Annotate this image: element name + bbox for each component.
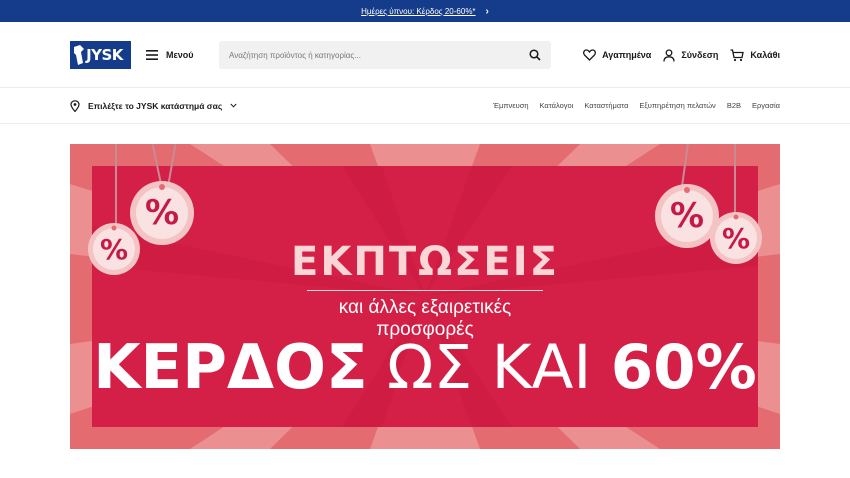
subnav-links: Έμπνευση Κατάλογοι Καταστήματα Εξυπηρέτη…: [493, 101, 780, 110]
login-button[interactable]: Σύνδεση: [663, 48, 719, 62]
header-actions: Αγαπημένα Σύνδεση Καλάθι: [583, 22, 780, 88]
search-input[interactable]: [229, 50, 529, 60]
promo-bar: Ημέρες ύπνου: Κέρδος 20-60%* ›: [0, 0, 850, 22]
search-icon[interactable]: [529, 49, 541, 61]
favorites-label: Αγαπημένα: [602, 50, 652, 60]
jysk-logo[interactable]: JYSK: [70, 40, 131, 69]
subnav-link-inspiration[interactable]: Έμπνευση: [493, 101, 528, 110]
hamburger-icon: [146, 49, 158, 60]
favorites-button[interactable]: Αγαπημένα: [583, 49, 651, 61]
sub-navigation: Επιλέξτε το JYSK κατάστημά σας Έμπνευση …: [0, 88, 850, 124]
cart-button[interactable]: Καλάθι: [730, 48, 780, 62]
banner-offer: ΚΕΡΔΟΣ ΩΣ ΚΑΙ 60%: [70, 332, 780, 403]
store-selector-label: Επιλέξτε το JYSK κατάστημά σας: [88, 100, 223, 111]
sale-banner[interactable]: % % % % ΕΚΠΤΩΣΕΙΣ και άλλες εξαιρετικές …: [70, 144, 780, 449]
tag-string: [734, 144, 736, 214]
subnav-link-catalogs[interactable]: Κατάλογοι: [540, 101, 574, 110]
headline-divider: [307, 290, 543, 291]
banner-headline: ΕΚΠΤΩΣΕΙΣ: [291, 239, 559, 285]
bird-icon: [74, 44, 84, 65]
chevron-right-icon[interactable]: ›: [486, 6, 489, 17]
menu-label: Μενού: [166, 49, 194, 60]
subnav-link-customer-service[interactable]: Εξυπηρέτηση πελατών: [639, 101, 715, 110]
site-header: JYSK Μενού Αγαπημένα Σύνδεση: [0, 22, 850, 88]
offer-word-gain: ΚΕΡΔΟΣ: [93, 332, 368, 403]
user-icon: [663, 48, 675, 62]
chevron-down-icon: [230, 103, 237, 108]
store-selector[interactable]: Επιλέξτε το JYSK κατάστημά σας: [70, 99, 237, 112]
cart-label: Καλάθι: [750, 50, 780, 60]
location-pin-icon: [70, 99, 80, 112]
subnav-link-b2b[interactable]: B2B: [727, 101, 741, 110]
subnav-link-stores[interactable]: Καταστήματα: [584, 101, 628, 110]
subnav-link-jobs[interactable]: Εργασία: [752, 101, 780, 110]
cart-icon: [730, 48, 745, 61]
offer-percent: 60%: [610, 332, 757, 403]
login-label: Σύνδεση: [681, 50, 719, 60]
search-box: [219, 41, 551, 69]
tag-string: [115, 144, 117, 232]
heart-icon: [583, 49, 597, 61]
promo-link[interactable]: Ημέρες ύπνου: Κέρδος 20-60%*: [361, 7, 475, 16]
offer-word-upto: ΩΣ ΚΑΙ: [387, 332, 592, 403]
logo-text: JYSK: [86, 45, 123, 64]
menu-button[interactable]: Μενού: [146, 49, 194, 60]
banner-subline-1: και άλλες εξαιρετικές: [338, 297, 512, 318]
